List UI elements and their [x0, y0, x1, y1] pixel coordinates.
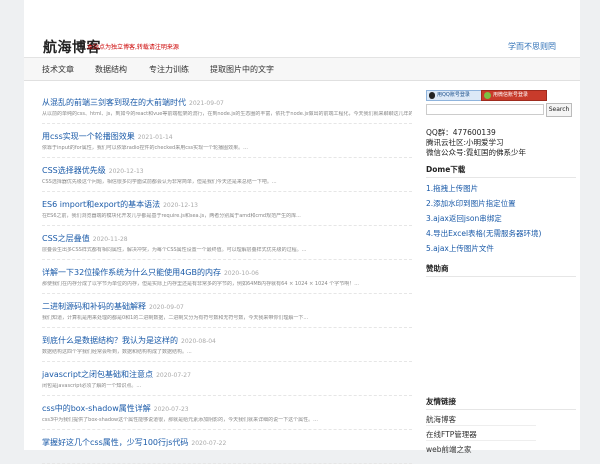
article-date: 2020-10-06	[223, 270, 259, 277]
article-desc: 那使我们在内存分成了以字节为单位的内存，但是实际上内存里还是有非常多的字节的，例…	[42, 281, 360, 287]
article-desc: 我们知道，计算机是用来处理的都是0和1的二进制数据，二进制又分为有符号数和无符号…	[42, 315, 309, 321]
list-item: css中的box-shadow属性详解 2020-07-23 css3中为我们提供了…	[42, 396, 412, 430]
friends-section-title: 友情链接	[426, 397, 456, 406]
qq-icon	[429, 92, 435, 99]
list-item: 掌握好这几个css属性，少写100行js代码 2020-07-22	[42, 430, 412, 464]
list-item: 从混乱的前端三剑客到现在的大前端时代 2021-09-07 从以前的单纯的css、h…	[42, 90, 412, 124]
divider	[426, 177, 576, 178]
article-date: 2020-09-07	[149, 304, 184, 311]
nav-item-tech[interactable]: 技术文章	[42, 64, 74, 75]
article-date: 2020-07-23	[153, 406, 189, 413]
divider	[426, 409, 576, 410]
site-header: 航海博客 本站点为独立博客,转载请注明来源 学而不思则罔	[24, 0, 580, 58]
article-date: 2020-08-04	[181, 338, 216, 345]
wechat-icon	[484, 92, 491, 99]
wechat-login-label: 用微信账号登录	[493, 92, 529, 98]
qq-group: QQ群：477600139	[426, 128, 496, 137]
divider	[426, 440, 536, 441]
article-desc: css3中为我们提供了box-shadow这个属性能够说道很，那就是给元素添加阴…	[42, 417, 318, 423]
article-date: 2020-12-13	[108, 168, 144, 175]
tencent-community: 腾讯云社区:小明爱学习	[426, 138, 504, 147]
friend-link[interactable]: 航海博客	[426, 414, 456, 425]
demo-section-title: Dome下载	[426, 165, 466, 174]
sidebar: 用QQ账号登录 用微信账号登录 Search QQ群：477600139 腾讯云…	[426, 86, 576, 454]
article-title[interactable]: CSS之层叠值	[42, 234, 90, 243]
search-input[interactable]	[426, 104, 544, 115]
article-list: 从混乱的前端三剑客到现在的大前端时代 2021-09-07 从以前的单纯的css、h…	[42, 90, 412, 464]
article-title[interactable]: 掌握好这几个css属性，少写100行js代码	[42, 438, 188, 447]
article-date: 2020-07-22	[191, 440, 227, 447]
list-item: 到底什么是数据结构？我认为是这样的 2020-08-04 数据结构这四个字我们经常会…	[42, 328, 412, 362]
article-title[interactable]: 二进制源码和补码的基础解释	[42, 302, 146, 311]
divider	[426, 276, 576, 277]
nav-item-data-structure[interactable]: 数据结构	[95, 64, 127, 75]
nav-item-ocr[interactable]: 提取图片中的文字	[210, 64, 274, 75]
article-title[interactable]: 用css实现一个轮播图效果	[42, 132, 135, 141]
article-title[interactable]: javascript之闭包基础和注意点	[42, 370, 153, 379]
login-search-box: 用QQ账号登录 用微信账号登录 Search	[426, 86, 576, 124]
article-title[interactable]: 到底什么是数据结构？我认为是这样的	[42, 336, 178, 345]
wechat-login-button[interactable]: 用微信账号登录	[481, 90, 547, 101]
article-date: 2020-07-27	[156, 372, 191, 379]
list-item: javascript之闭包基础和注意点 2020-07-27 闭包是javascri…	[42, 362, 412, 396]
article-title[interactable]: CSS选择器优先级	[42, 166, 106, 175]
article-title[interactable]: 从混乱的前端三剑客到现在的大前端时代	[42, 98, 186, 107]
list-item: 详解一下32位操作系统为什么只能使用4GB的内存 2020-10-06 那使我们在内…	[42, 260, 412, 294]
list-item: CSS选择器优先级 2020-12-13 CSS选择器优先级这个问题，相信很多同学面…	[42, 158, 412, 192]
demo-link[interactable]: 1.拖拽上传图片	[426, 183, 478, 194]
list-item: CSS之层叠值 2020-11-28 层叠会生出多CSS样式都有相同属性，解决冲突，…	[42, 226, 412, 260]
qq-login-label: 用QQ账号登录	[437, 92, 470, 98]
main-nav: 技术文章 数据结构 专注力训练 提取图片中的文字	[24, 58, 580, 81]
nav-item-focus[interactable]: 专注力训练	[149, 64, 189, 75]
article-desc: 数据结构这四个字我们经常会听到，数据和结构构成了数据结构。...	[42, 349, 192, 355]
article-title[interactable]: ES6 import和export的基本语法	[42, 200, 160, 209]
article-date: 2020-11-28	[92, 236, 128, 243]
search-button[interactable]: Search	[546, 103, 572, 117]
article-title[interactable]: 详解一下32位操作系统为什么只能使用4GB的内存	[42, 268, 221, 277]
list-item: ES6 import和export的基本语法 2020-12-13 在ES6之前，我…	[42, 192, 412, 226]
article-title[interactable]: css中的box-shadow属性详解	[42, 404, 151, 413]
article-desc: CSS选择器优先级这个问题，相信很多同学面试前都会认为非常简单，但是我们今天还是…	[42, 179, 277, 185]
article-date: 2021-09-07	[189, 100, 224, 107]
article-desc: 从以前的单纯的css、html、js，到如今的react和vue等前端框架的流行…	[42, 111, 412, 117]
article-desc: 层叠会生出多CSS样式都有相同属性，解决冲突，为每个CSS属性设置一个最终值。可…	[42, 247, 307, 253]
qq-login-button[interactable]: 用QQ账号登录	[426, 90, 486, 101]
demo-link[interactable]: 4.导出Excel表格(无需服务器环境)	[426, 228, 541, 239]
demo-link[interactable]: 2.添加水印到图片指定位置	[426, 198, 516, 209]
demo-link[interactable]: 5.ajax上传图片文件	[426, 243, 494, 254]
demo-link[interactable]: 3.ajax返回json串绑定	[426, 213, 502, 224]
site-motto: 学而不思则罔	[508, 42, 556, 51]
contact-info: QQ群：477600139 腾讯云社区:小明爱学习 微信公众号:霓虹国的佛系少年	[426, 128, 526, 158]
article-desc: 依靠于input的for属性，我们可以依靠radio控件的checked来用cs…	[42, 145, 248, 151]
list-item: 用css实现一个轮播图效果 2021-01-14 依靠于input的for属性，我们…	[42, 124, 412, 158]
page: 航海博客 本站点为独立博客,转载请注明来源 学而不思则罔 技术文章 数据结构 专…	[24, 0, 580, 464]
article-date: 2020-12-13	[163, 202, 198, 209]
divider	[426, 425, 536, 426]
friend-link[interactable]: 在线FTP管理器	[426, 429, 477, 440]
article-date: 2021-01-14	[137, 134, 173, 141]
sponsor-section-title: 赞助商	[426, 264, 449, 273]
site-tagline: 本站点为独立博客,转载请注明来源	[87, 44, 179, 51]
list-item: 二进制源码和补码的基础解释 2020-09-07 我们知道，计算机是用来处理的都是0…	[42, 294, 412, 328]
wechat-account: 微信公众号:霓虹国的佛系少年	[426, 148, 527, 157]
article-desc: 在ES6之前，我们浏览器端的模块化开发几乎都是基于require.js和sea.…	[42, 213, 301, 219]
article-desc: 闭包是javascript必须了解的一个知识点。...	[42, 383, 142, 389]
